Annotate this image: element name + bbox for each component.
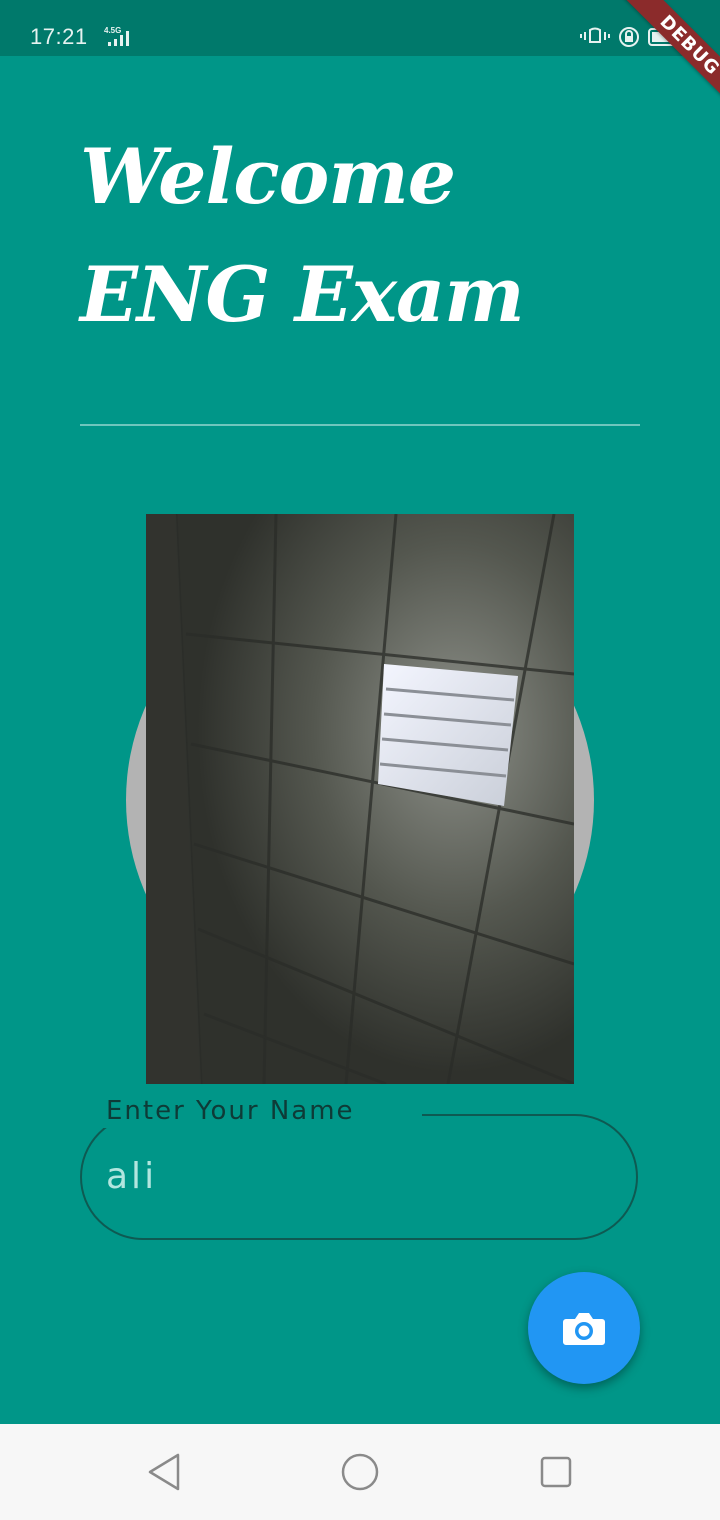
ceiling-photo-image <box>146 514 574 1084</box>
name-field[interactable] <box>80 1114 638 1240</box>
back-triangle-icon[interactable] <box>146 1452 182 1492</box>
vibrate-icon <box>580 27 610 43</box>
name-field-value[interactable]: ali <box>106 1156 157 1197</box>
status-time: 17:21 <box>30 24 88 49</box>
page-title: Welcome ENG Exam <box>80 132 525 339</box>
rotation-lock-icon <box>619 27 639 47</box>
camera-icon <box>563 1313 605 1345</box>
status-bar: 17:21 4.5G <box>0 0 720 56</box>
signal-icon <box>108 31 129 46</box>
camera-button[interactable] <box>528 1272 640 1384</box>
captured-photo[interactable] <box>146 514 574 1084</box>
recents-square-icon[interactable] <box>538 1452 574 1492</box>
home-circle-icon[interactable] <box>340 1452 380 1492</box>
navigation-bar <box>0 1424 720 1520</box>
name-field-label: Enter Your Name <box>106 1096 355 1126</box>
divider <box>80 424 640 426</box>
